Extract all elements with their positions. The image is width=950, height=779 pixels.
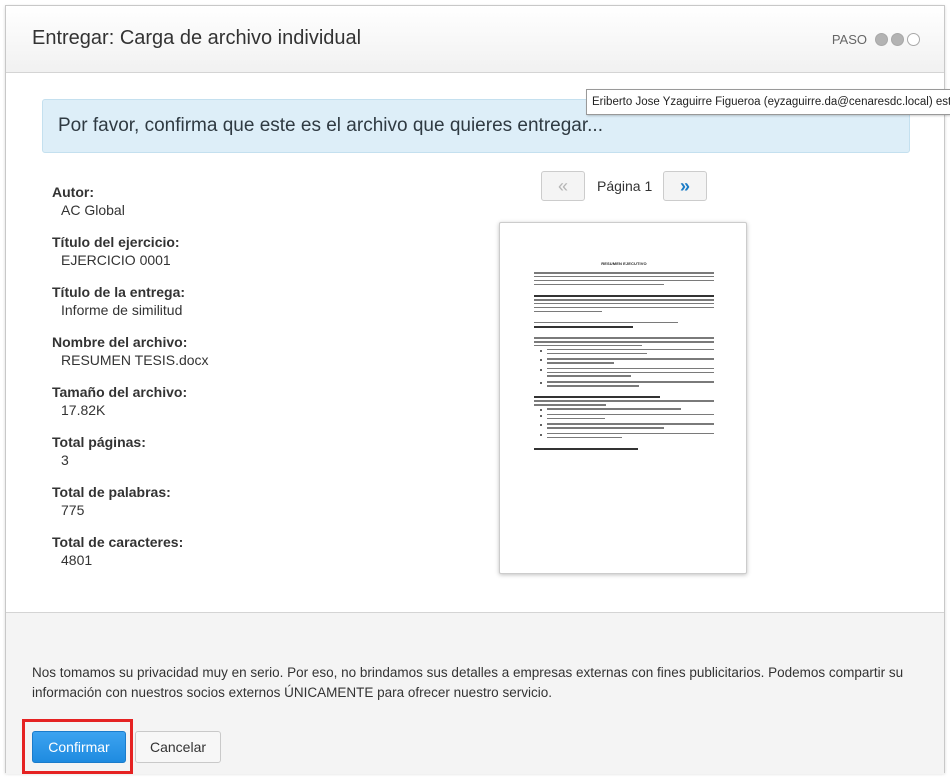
step-dot-3: [907, 33, 920, 46]
meta-value: RESUMEN TESIS.docx: [61, 352, 209, 368]
meta-label: Título del ejercicio:: [52, 234, 180, 250]
prev-page-button[interactable]: «: [541, 171, 585, 201]
modal-header: Entregar: Carga de archivo individual PA…: [6, 6, 944, 73]
meta-label: Total de palabras:: [52, 484, 171, 500]
step-indicator: PASO: [832, 32, 920, 47]
meta-value: 4801: [61, 552, 93, 568]
file-metadata: Autor: AC Global Título del ejercicio: E…: [52, 184, 392, 584]
meta-value: 17.82K: [61, 402, 106, 418]
modal-title: Entregar: Carga de archivo individual: [32, 27, 362, 49]
meta-assignment-title: Título del ejercicio: EJERCICIO 0001: [52, 234, 392, 284]
meta-author: Autor: AC Global: [52, 184, 392, 234]
step-label: PASO: [831, 32, 867, 47]
meta-file-name: Nombre del archivo: RESUMEN TESIS.docx: [52, 334, 392, 384]
confirm-button[interactable]: Confirmar: [32, 731, 126, 763]
meta-value: Informe de similitud: [61, 302, 183, 318]
meta-value: AC Global: [61, 202, 125, 218]
meta-label: Título de la entrega:: [52, 284, 186, 300]
meta-label: Nombre del archivo:: [52, 334, 188, 350]
user-tooltip: Eriberto Jose Yzaguirre Figueroa (eyzagu…: [586, 89, 950, 115]
cancel-button[interactable]: Cancelar: [135, 731, 221, 763]
meta-value: 3: [61, 452, 69, 468]
modal-footer: Nos tomamos su privacidad muy en serio. …: [6, 612, 944, 774]
document-preview-title: RESUMEN EJECUTIVO: [601, 261, 647, 266]
document-preview: RESUMEN EJECUTIVO: [499, 222, 747, 574]
meta-submission-title: Título de la entrega: Informe de similit…: [52, 284, 392, 334]
meta-value: 775: [61, 502, 85, 518]
document-preview-body: [534, 272, 714, 450]
meta-label: Total de caracteres:: [52, 534, 184, 550]
next-page-button[interactable]: »: [663, 171, 707, 201]
meta-label: Autor:: [52, 184, 94, 200]
privacy-notice: Nos tomamos su privacidad muy en serio. …: [32, 665, 904, 700]
meta-label: Tamaño del archivo:: [52, 384, 188, 400]
meta-total-characters: Total de caracteres: 4801: [52, 534, 392, 584]
submission-modal: Entregar: Carga de archivo individual PA…: [5, 5, 945, 774]
step-dot-1: [875, 33, 888, 46]
step-dot-2: [891, 33, 904, 46]
meta-total-words: Total de palabras: 775: [52, 484, 392, 534]
meta-value: EJERCICIO 0001: [61, 252, 171, 268]
meta-total-pages: Total páginas: 3: [52, 434, 392, 484]
meta-file-size: Tamaño del archivo: 17.82K: [52, 384, 392, 434]
page-indicator: Página 1: [597, 178, 653, 194]
meta-label: Total páginas:: [52, 434, 146, 450]
